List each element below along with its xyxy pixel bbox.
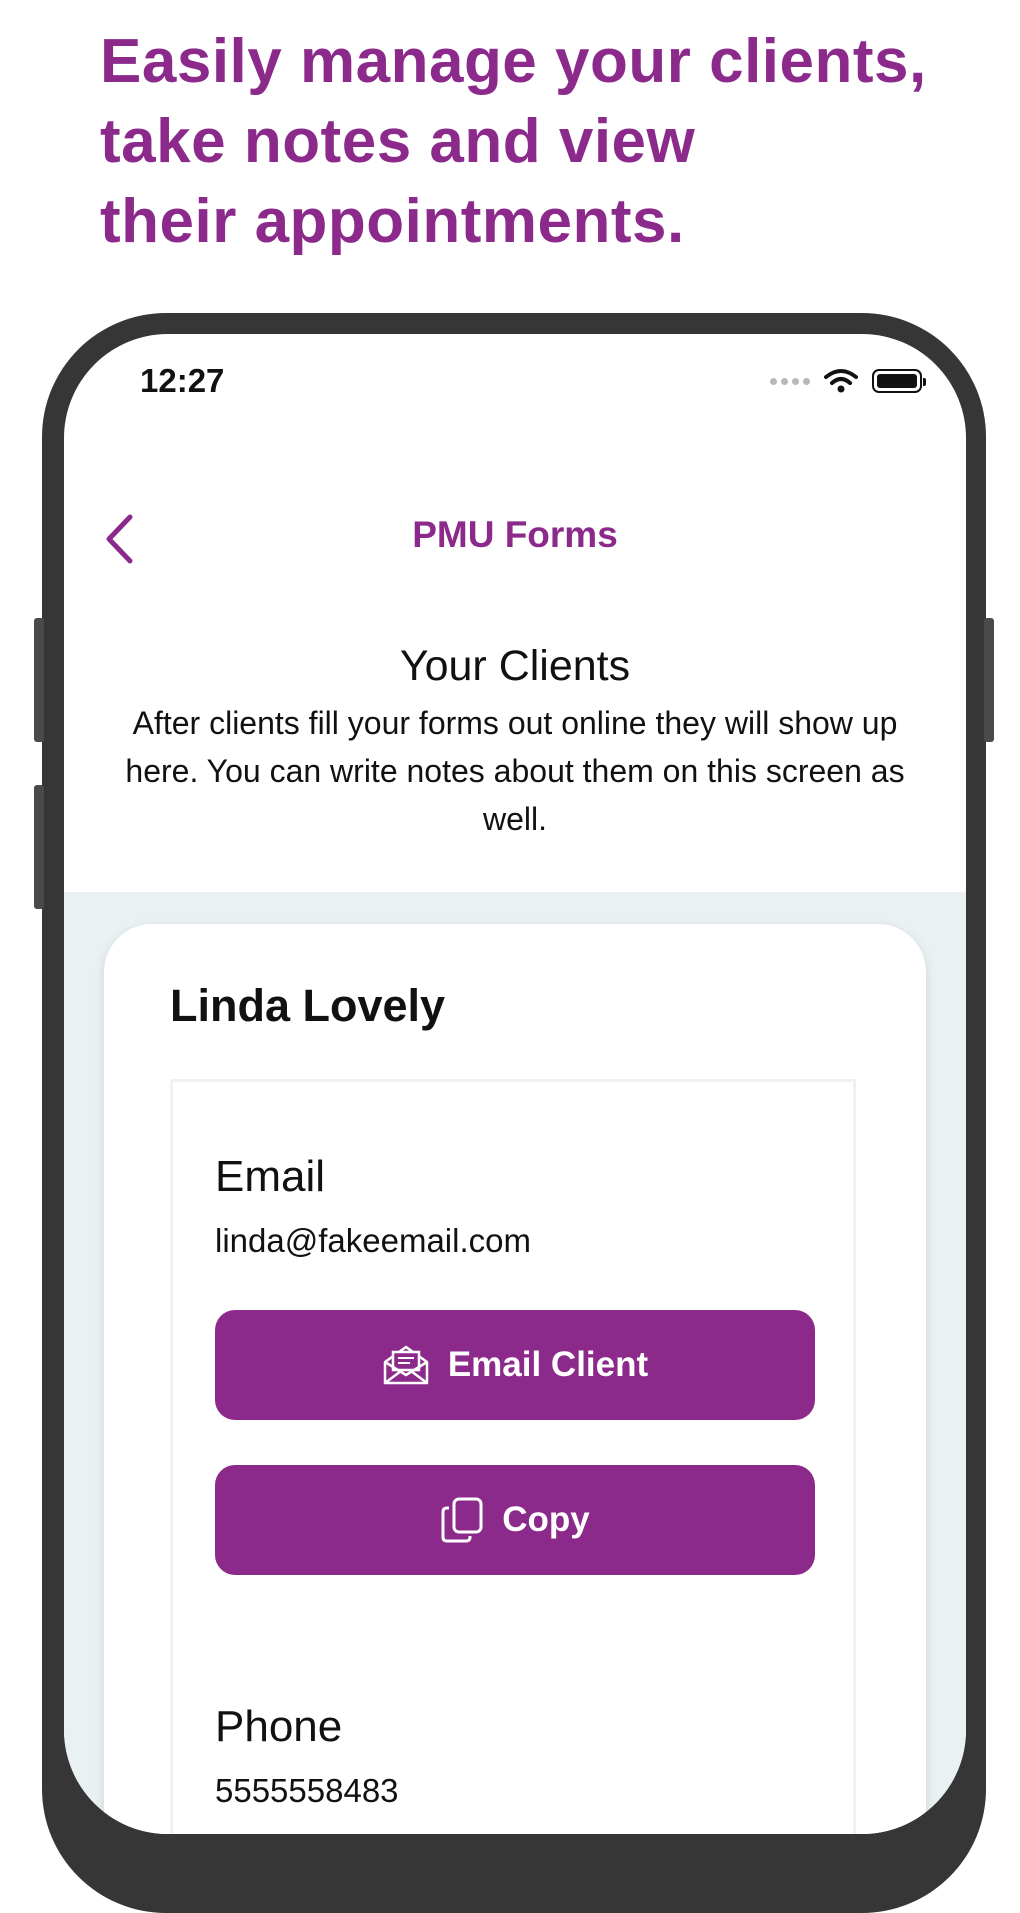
promo-headline-line: take notes and view <box>100 107 696 176</box>
cellular-signal-icon <box>770 377 810 385</box>
email-value: linda@fakeemail.com <box>215 1222 531 1259</box>
promo-headline-line: their appointments. <box>100 187 685 256</box>
promo-headline-line: Easily manage your clients, <box>100 27 927 96</box>
promo-headline: Easily manage your clients, take notes a… <box>100 22 980 262</box>
copy-button-label: Copy <box>502 1500 590 1539</box>
phone-side-button <box>34 785 44 909</box>
phone-value: 5555558483 <box>215 1772 399 1809</box>
client-name: Linda Lovely <box>170 980 446 1031</box>
copy-button[interactable]: Copy <box>215 1465 815 1575</box>
phone-label: Phone <box>215 1702 343 1751</box>
battery-icon <box>872 369 926 393</box>
status-time: 12:27 <box>140 362 225 399</box>
email-client-button[interactable]: Email Client <box>215 1310 815 1420</box>
email-label: Email <box>215 1152 326 1201</box>
copy-icon <box>441 1497 483 1543</box>
envelope-open-icon <box>383 1345 429 1385</box>
client-details: Email linda@fakeemail.com Email Client C… <box>170 1079 856 1834</box>
phone-screen: 12:27 PMU Forms Your Clients After clien… <box>64 334 966 1834</box>
phone-side-button <box>984 618 994 742</box>
client-card: Linda Lovely Email linda@fakeemail.com E… <box>104 924 926 1834</box>
nav-title: PMU Forms <box>412 514 618 555</box>
section-title: Your Clients <box>399 642 631 690</box>
email-client-button-label: Email Client <box>447 1345 649 1384</box>
section-description: After clients fill your forms out online… <box>125 705 905 837</box>
wifi-icon <box>824 369 858 393</box>
phone-side-button <box>34 618 44 742</box>
status-icons <box>770 368 926 394</box>
